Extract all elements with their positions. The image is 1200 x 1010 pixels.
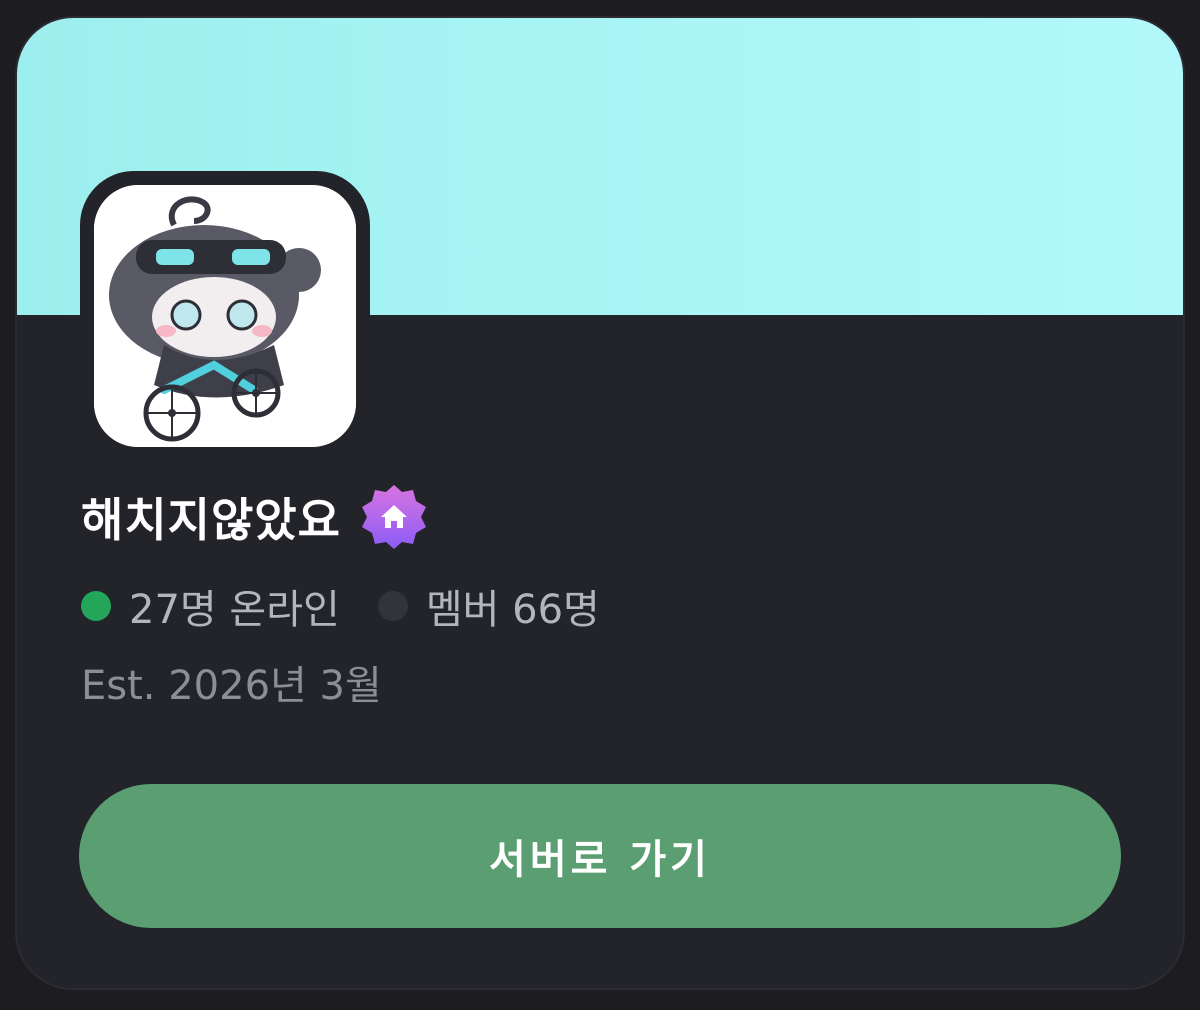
go-to-server-button[interactable]: 서버로 가기 [79, 784, 1121, 928]
server-name-row: 해치지않았요 [81, 485, 429, 549]
server-avatar-frame [80, 171, 370, 461]
server-invite-card: 해치지않았요 27명 온라인 멤버 66명 Est. 2026년 3월 서버로 … [15, 16, 1185, 990]
online-count: 27명 온라인 [129, 587, 340, 633]
go-to-server-label: 서버로 가기 [489, 837, 711, 883]
server-name: 해치지않았요 [81, 493, 341, 547]
established-date: Est. 2026년 3월 [81, 663, 382, 709]
member-status-dot [377, 591, 408, 621]
server-stats: 27명 온라인 멤버 66명 [81, 578, 600, 634]
server-avatar[interactable] [94, 185, 356, 447]
member-count: 멤버 66명 [425, 587, 600, 633]
avatar-character-icon [94, 185, 356, 447]
home-icon [359, 482, 429, 552]
online-status-dot [81, 591, 111, 621]
